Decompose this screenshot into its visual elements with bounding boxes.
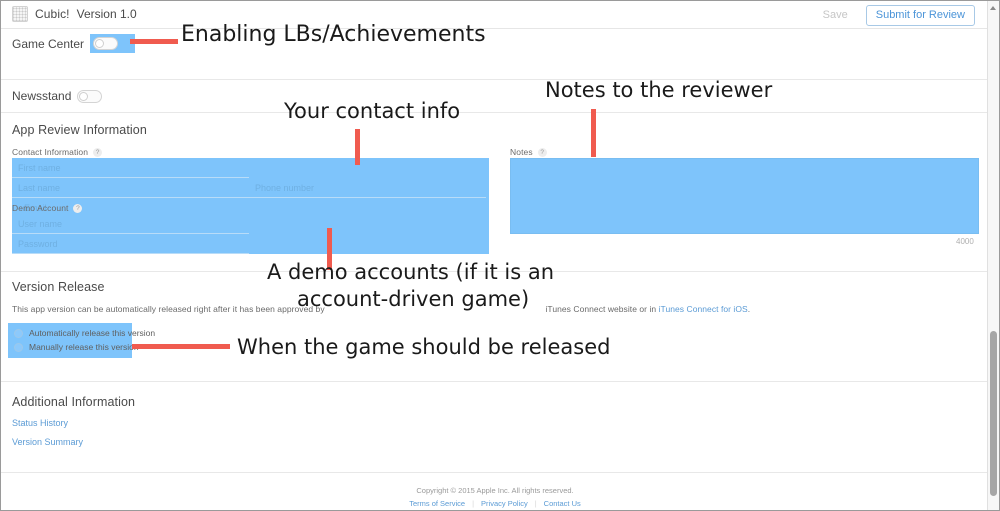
- contact-information-fields: First name Last name Phone number Email: [12, 158, 489, 218]
- notes-label-text: Notes: [510, 147, 533, 157]
- version-release-description-start: This app version can be automatically re…: [12, 304, 325, 314]
- demo-account-label-text: Demo Account: [12, 203, 69, 213]
- app-version-label: Version 1.0: [76, 7, 137, 21]
- version-release-title: Version Release: [12, 280, 105, 294]
- scrollbar-thumb[interactable]: [990, 331, 997, 496]
- demo-user-name-input[interactable]: User name: [12, 214, 249, 234]
- annotation-enabling-lbs: Enabling LBs/Achievements: [181, 22, 486, 47]
- annotation-demo-accounts-line2: account-driven game): [297, 287, 530, 311]
- submit-for-review-button[interactable]: Submit for Review: [865, 5, 975, 27]
- phone-number-input[interactable]: Phone number: [249, 178, 486, 198]
- radio-icon: [14, 342, 23, 352]
- version-release-options: Automatically release this version Manua…: [8, 323, 155, 358]
- version-release-description-period: .: [747, 304, 751, 314]
- annotation-pointer-version-release: [132, 344, 230, 349]
- annotation-demo-accounts-line1: A demo accounts (if it is an: [267, 260, 555, 284]
- cubic-app-icon: [12, 6, 28, 22]
- itunes-connect-version-page: Cubic! Version 1.0 Save Submit for Revie…: [1, 1, 989, 510]
- save-button[interactable]: Save: [812, 5, 858, 27]
- game-center-toggle-highlight: [90, 34, 136, 53]
- demo-account-label: Demo Account ?: [12, 203, 83, 213]
- page-footer: Copyright © 2015 Apple Inc. All rights r…: [1, 485, 989, 510]
- header-actions: Save Submit for Review: [812, 5, 975, 27]
- copyright-text: Copyright © 2015 Apple Inc. All rights r…: [416, 486, 574, 495]
- app-header-bar: Cubic! Version 1.0 Save Submit for Revie…: [1, 1, 989, 29]
- app-name: Cubic!: [35, 7, 70, 21]
- annotation-notes-to-reviewer: Notes to the reviewer: [545, 78, 773, 102]
- screenshot-root: Cubic! Version 1.0 Save Submit for Revie…: [0, 0, 1000, 511]
- field-gap: [249, 158, 255, 178]
- version-summary-link[interactable]: Version Summary: [12, 437, 83, 447]
- contact-information-label-text: Contact Information: [12, 147, 89, 157]
- additional-information-title: Additional Information: [12, 395, 136, 409]
- radio-icon: [14, 328, 23, 338]
- privacy-policy-link[interactable]: Privacy Policy: [474, 499, 535, 508]
- annotation-pointer-game-center: [130, 39, 178, 44]
- scroll-up-arrow-icon[interactable]: [990, 6, 996, 10]
- help-icon[interactable]: ?: [537, 147, 547, 157]
- notes-label: Notes ?: [510, 147, 547, 157]
- newsstand-label: Newsstand: [12, 89, 72, 103]
- radio-automatically-release[interactable]: Automatically release this version: [14, 326, 155, 340]
- toggle-knob: [79, 91, 89, 101]
- annotation-pointer-notes: [591, 109, 596, 157]
- radio-manually-release[interactable]: Manually release this version: [14, 340, 139, 354]
- field-gap: [249, 214, 255, 234]
- footer-links: Terms of Service | Privacy Policy | Contact …: [402, 498, 588, 510]
- game-center-label: Game Center: [12, 36, 85, 51]
- notes-textarea[interactable]: [510, 158, 979, 234]
- divider: [1, 112, 989, 113]
- annotation-when-released: When the game should be released: [237, 335, 611, 359]
- divider: [1, 472, 989, 473]
- contact-us-link[interactable]: Contact Us: [537, 499, 588, 508]
- newsstand-toggle[interactable]: [77, 89, 103, 103]
- divider: [1, 381, 989, 382]
- itunes-connect-for-ios-link[interactable]: iTunes Connect for iOS: [659, 304, 748, 314]
- version-release-description-end: iTunes Connect website or in: [545, 304, 657, 314]
- toggle-knob: [95, 39, 105, 48]
- radio-label: Manually release this version: [29, 342, 139, 352]
- demo-password-input[interactable]: Password: [12, 234, 249, 254]
- last-name-input[interactable]: Last name: [12, 178, 249, 198]
- annotation-pointer-contact-info: [355, 129, 360, 165]
- help-icon[interactable]: ?: [93, 147, 103, 157]
- terms-of-service-link[interactable]: Terms of Service: [402, 499, 472, 508]
- annotation-your-contact-info: Your contact info: [284, 99, 461, 123]
- vertical-scrollbar[interactable]: [987, 1, 999, 510]
- newsstand-row: Newsstand: [12, 89, 103, 103]
- first-name-input[interactable]: First name: [12, 158, 249, 178]
- divider: [1, 79, 989, 80]
- app-review-information-title: App Review Information: [12, 123, 147, 137]
- radio-label: Automatically release this version: [29, 328, 156, 338]
- help-icon[interactable]: ?: [73, 203, 83, 213]
- contact-information-label: Contact Information ?: [12, 147, 103, 157]
- notes-char-limit: 4000: [956, 237, 974, 246]
- game-center-row: Game Center: [12, 34, 136, 53]
- status-history-link[interactable]: Status History: [12, 418, 68, 428]
- demo-account-fields: User name Password: [12, 214, 489, 254]
- app-identity: Cubic! Version 1.0: [12, 6, 137, 22]
- game-center-toggle[interactable]: [93, 37, 119, 50]
